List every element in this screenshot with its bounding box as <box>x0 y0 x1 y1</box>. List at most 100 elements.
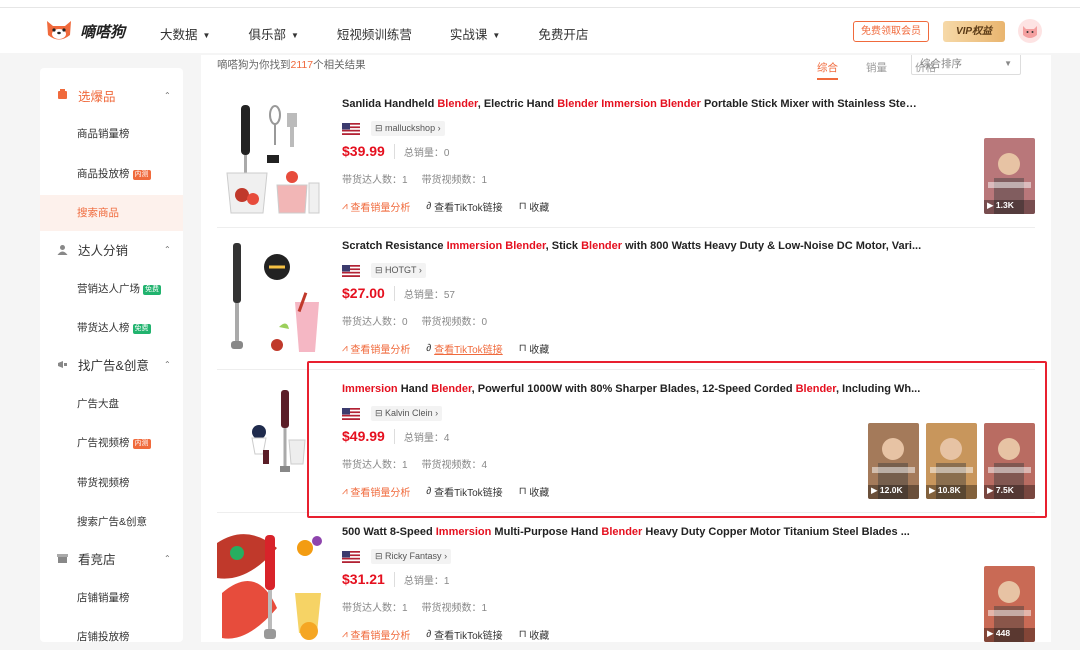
product-title[interactable]: Immersion Hand Blender, Powerful 1000W w… <box>342 383 922 395</box>
product-title[interactable]: Sanlida Handheld Blender, Electric Hand … <box>342 98 922 110</box>
avatar[interactable] <box>1018 19 1042 43</box>
favorite-button[interactable]: ⊓ 收藏 <box>519 627 550 642</box>
nav-item-label: 免费开店 <box>538 28 589 42</box>
title-text: Multi-Purpose Hand <box>491 526 602 538</box>
nav-item-2[interactable]: 短视频训练营 <box>337 24 412 43</box>
product-title[interactable]: 500 Watt 8-Speed Immersion Multi-Purpose… <box>342 526 922 538</box>
sales-analysis-link[interactable]: ⩘ 查看销量分析 <box>342 199 410 214</box>
sort-select-value: 综合排序 <box>920 58 962 70</box>
title-text: , Stick <box>545 240 582 252</box>
favorite-button[interactable]: ⊓ 收藏 <box>519 484 550 499</box>
main-nav: 大数据 ▼ 俱乐部 ▼ 短视频训练营 实战课 ▼ 免费开店 <box>160 24 626 43</box>
play-icon: ▶ <box>987 628 996 638</box>
shop-tag[interactable]: ⊟ Ricky Fantasy › <box>371 549 452 564</box>
sidebar-item-3-0[interactable]: 店铺销量榜 <box>40 580 183 616</box>
sidebar-item-label: 带货视频榜 <box>77 476 130 489</box>
sidebar-item-label: 搜索商品 <box>77 207 119 219</box>
play-count: ▶ 1.3K <box>987 200 1014 211</box>
nav-item-1[interactable]: 俱乐部 ▼ <box>248 24 298 43</box>
result-count: 2117 <box>290 59 314 71</box>
video-thumbnail[interactable]: ▶ 10.8K <box>926 423 977 499</box>
stats-row: 带货达人数：1 带货视频数：1 <box>342 599 501 614</box>
sidebar-item-2-1[interactable]: 广告视频榜 内测 <box>40 425 183 461</box>
creator-count: 带货达人数：1 <box>342 175 408 186</box>
group-find-ads[interactable]: 找广告&创意 ⌃ <box>40 348 183 382</box>
sales-analysis-link[interactable]: ⩘ 查看销量分析 <box>342 484 410 499</box>
keyword-highlight: Blender <box>659 98 701 110</box>
product-card[interactable]: 500 Watt 8-Speed Immersion Multi-Purpose… <box>217 513 1035 642</box>
link-icon: ∂ <box>426 343 435 354</box>
video-count: 带货视频数：4 <box>421 460 488 471</box>
sidebar-item-1-1[interactable]: 带货达人榜 免费 <box>40 310 183 346</box>
shop-tag[interactable]: ⊟ Kalvin Clein › <box>371 406 443 421</box>
bookmark-icon: ⊓ <box>518 629 530 640</box>
sidebar-item-label: 营销达人广场 <box>77 282 140 295</box>
sidebar-item-3-1[interactable]: 店铺投放榜 <box>40 619 183 642</box>
product-card[interactable]: Scratch Resistance Immersion Blender, St… <box>217 227 1035 370</box>
nav-item-0[interactable]: 大数据 ▼ <box>160 24 210 43</box>
product-image[interactable] <box>217 380 329 503</box>
product-title[interactable]: Scratch Resistance Immersion Blender, St… <box>342 240 922 252</box>
stats-row: 带货达人数：1 带货视频数：4 <box>342 456 501 471</box>
group-pick-products[interactable]: 选爆品 ⌃ <box>40 78 183 112</box>
sidebar-item-2-0[interactable]: 广告大盘 <box>40 386 183 422</box>
sidebar-item-2-3[interactable]: 搜索广告&创意 <box>40 504 183 540</box>
result-summary: 嘀嗒狗为你找到2117个相关结果 综合 销量 价格 综合排序 ▼ <box>217 55 1037 80</box>
keyword-highlight: Blender <box>557 98 599 110</box>
product-image[interactable] <box>217 237 329 360</box>
title-text: Sanlida Handheld <box>342 98 438 110</box>
title-text: Heavy Duty Copper Motor Titanium Steel B… <box>642 526 910 538</box>
nav-item-4[interactable]: 免费开店 <box>538 24 588 43</box>
sidebar-item-1-0[interactable]: 营销达人广场 免费 <box>40 271 183 307</box>
chevron-down-icon: ▼ <box>202 31 211 40</box>
sort-select[interactable]: 综合排序 ▼ <box>911 55 1021 75</box>
tiktok-link[interactable]: ∂ 查看TikTok链接 <box>426 199 502 214</box>
sidebar-item-0-2[interactable]: 搜索商品 <box>40 195 183 231</box>
price-row: $39.99 总销量：0 <box>342 143 449 159</box>
store-icon: ⊟ <box>375 551 386 561</box>
product-card[interactable]: Immersion Hand Blender, Powerful 1000W w… <box>217 370 1035 513</box>
favorite-label: 收藏 <box>529 345 550 356</box>
free-member-button[interactable]: 免费领取会员 <box>853 21 929 42</box>
vip-button[interactable]: VIP权益 <box>943 21 1005 42</box>
sales-analysis-label: 查看销量分析 <box>350 488 411 499</box>
shop-tag[interactable]: ⊟ malluckshop › <box>371 121 445 136</box>
tiktok-link[interactable]: ∂ 查看TikTok链接 <box>426 484 502 499</box>
logo[interactable]: 嘀嗒狗 <box>44 17 125 45</box>
play-count: ▶ 7.5K <box>987 485 1014 496</box>
sidebar-badge: 内测 <box>132 439 151 449</box>
shop-tag[interactable]: ⊟ HOTGT › <box>371 263 426 278</box>
link-icon: ∂ <box>426 486 435 497</box>
sales-analysis-link[interactable]: ⩘ 查看销量分析 <box>342 627 410 642</box>
sales-analysis-label: 查看销量分析 <box>350 345 411 356</box>
sales-analysis-link[interactable]: ⩘ 查看销量分析 <box>342 341 410 356</box>
tiktok-link[interactable]: ∂ 查看TikTok链接 <box>426 627 502 642</box>
product-image[interactable] <box>217 95 329 218</box>
video-thumbnail[interactable]: ▶ 448 <box>984 566 1035 642</box>
chevron-down-icon: ▼ <box>492 31 501 40</box>
play-icon: ▶ <box>987 485 996 495</box>
video-thumbnail[interactable]: ▶ 1.3K <box>984 138 1035 214</box>
sidebar-item-2-2[interactable]: 带货视频榜 <box>40 465 183 501</box>
nav-item-label: 实战课 <box>449 28 488 42</box>
group-competitor-stores[interactable]: 看竞店 ⌃ <box>40 542 183 576</box>
favorite-button[interactable]: ⊓ 收藏 <box>519 341 550 356</box>
keyword-highlight: Immersion <box>342 383 398 395</box>
group-creator-distribution[interactable]: 达人分销 ⌃ <box>40 233 183 267</box>
tiktok-link[interactable]: ∂ 查看TikTok链接 <box>426 341 502 356</box>
chevron-right-icon: › <box>441 551 448 561</box>
video-thumbnail[interactable]: ▶ 12.0K <box>868 423 919 499</box>
play-count: ▶ 12.0K <box>871 485 903 496</box>
sidebar-item-0-0[interactable]: 商品销量榜 <box>40 116 183 152</box>
video-count: 带货视频数：0 <box>421 317 488 328</box>
sidebar-item-0-1[interactable]: 商品投放榜 内测 <box>40 156 183 192</box>
nav-item-3[interactable]: 实战课 ▼ <box>450 24 500 43</box>
sort-tab-default[interactable]: 综合 <box>817 62 838 80</box>
product-image[interactable] <box>217 523 329 642</box>
sort-tab-sales[interactable]: 销量 <box>866 62 887 74</box>
play-icon: ▶ <box>987 200 996 210</box>
product-card[interactable]: Sanlida Handheld Blender, Electric Hand … <box>217 85 1035 228</box>
sidebar-item-label: 商品销量榜 <box>77 128 130 140</box>
video-thumbnail[interactable]: ▶ 7.5K <box>984 423 1035 499</box>
favorite-button[interactable]: ⊓ 收藏 <box>519 199 550 214</box>
